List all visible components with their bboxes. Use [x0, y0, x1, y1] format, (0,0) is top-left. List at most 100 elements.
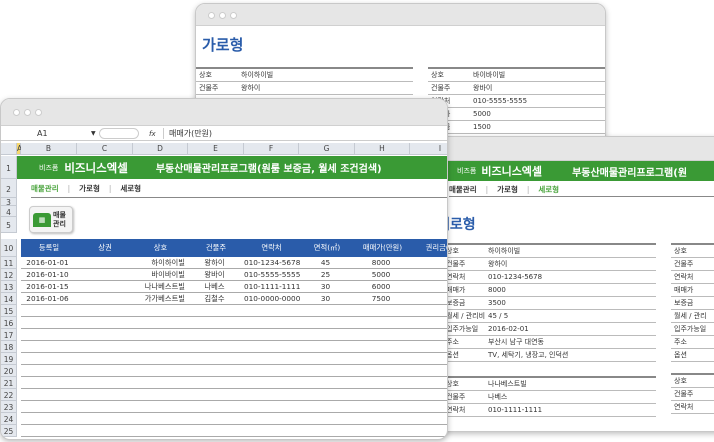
- function-box[interactable]: [99, 128, 139, 139]
- column-title[interactable]: 건물주: [188, 242, 244, 254]
- card-row: 건물주 왕바이: [428, 82, 605, 95]
- table-cell[interactable]: 30: [299, 293, 352, 305]
- table-cell[interactable]: 0: [410, 269, 447, 281]
- column-header-B[interactable]: B: [21, 143, 77, 155]
- row-header[interactable]: 4: [1, 206, 17, 217]
- table-cell[interactable]: 김철수: [188, 293, 241, 305]
- formula-input[interactable]: 매매가(만원): [163, 128, 447, 139]
- property-card: 상호 건물주 연락처 매매가 보증금 월세 / 관리 입주가능일 주소 옵션 상호 건물주 연락처: [671, 243, 714, 414]
- column-header-E[interactable]: E: [188, 143, 244, 155]
- column-title[interactable]: 상호: [133, 242, 188, 254]
- table-cell[interactable]: 가가베스트빌: [133, 293, 185, 305]
- column-header-D[interactable]: D: [133, 143, 188, 155]
- card-row: 입주가능일 2016-02-01: [443, 323, 656, 336]
- page-title: 가로형: [202, 36, 244, 54]
- manage-property-button[interactable]: ▦ 매물 관리: [29, 206, 73, 233]
- row-header[interactable]: 25: [1, 425, 17, 437]
- dropdown-icon[interactable]: ▼: [91, 130, 99, 137]
- table-row[interactable]: 2016-01-10 바이바이빌왕바이010-5555-55552550000: [1, 269, 447, 281]
- table-cell[interactable]: 왕바이: [188, 269, 241, 281]
- column-header-G[interactable]: G: [299, 143, 355, 155]
- nav-vertical[interactable]: 세로형: [538, 184, 559, 195]
- name-box[interactable]: A1: [1, 129, 91, 138]
- row-header[interactable]: 23: [1, 401, 17, 413]
- card-row: 입주가능일: [671, 323, 714, 336]
- table-cell[interactable]: 010-0000-0000: [244, 293, 300, 305]
- fx-icon[interactable]: fx: [149, 130, 163, 138]
- table-cell[interactable]: 2016-01-01: [21, 257, 74, 269]
- row-header[interactable]: 24: [1, 413, 17, 425]
- select-all-corner[interactable]: [1, 143, 17, 155]
- column-header-F[interactable]: F: [244, 143, 299, 155]
- column-title[interactable]: 면적(㎡): [299, 242, 355, 254]
- nav-horizontal[interactable]: 가로형: [497, 184, 518, 195]
- table-cell[interactable]: 010-5555-5555: [244, 269, 300, 281]
- table-cell[interactable]: [77, 269, 130, 281]
- row-header[interactable]: 1: [1, 156, 17, 179]
- table-cell[interactable]: 45: [299, 257, 352, 269]
- table-cell[interactable]: 2016-01-15: [21, 281, 74, 293]
- column-header-C[interactable]: C: [77, 143, 133, 155]
- column-header-H[interactable]: H: [355, 143, 410, 155]
- table-cell[interactable]: 5000: [355, 269, 407, 281]
- table-cell[interactable]: 8000: [355, 257, 407, 269]
- column-title[interactable]: 연락처: [244, 242, 299, 254]
- table-cell[interactable]: 7500: [355, 293, 407, 305]
- table-cell[interactable]: 500: [410, 293, 447, 305]
- row-header[interactable]: 16: [1, 317, 17, 329]
- nav-manage[interactable]: 매물관리: [31, 183, 59, 194]
- table-cell[interactable]: 2016-01-06: [21, 293, 74, 305]
- column-title[interactable]: 권리금(만: [410, 242, 447, 254]
- table-cell[interactable]: [77, 293, 130, 305]
- row-header[interactable]: 21: [1, 377, 17, 389]
- table-cell[interactable]: 25: [299, 269, 352, 281]
- table-cell[interactable]: 왕하이: [188, 257, 241, 269]
- table-cell[interactable]: 30: [299, 281, 352, 293]
- column-title[interactable]: 매매가(만원): [355, 242, 410, 254]
- table-cell[interactable]: [77, 281, 130, 293]
- column-title[interactable]: 상권: [77, 242, 133, 254]
- field-value: 3500: [488, 299, 506, 307]
- row-header[interactable]: 19: [1, 353, 17, 365]
- table-cell[interactable]: 2016-01-10: [21, 269, 74, 281]
- row-divider: [21, 376, 447, 377]
- field-label: 주소: [446, 338, 459, 346]
- row-header[interactable]: 22: [1, 389, 17, 401]
- nav-vertical[interactable]: 세로형: [120, 183, 141, 194]
- card-row: 상호 하이하이빌: [196, 69, 413, 82]
- row-header[interactable]: 5: [1, 217, 17, 233]
- row-header[interactable]: 3: [1, 198, 17, 207]
- row-header[interactable]: 15: [1, 305, 17, 317]
- row-header[interactable]: 20: [1, 365, 17, 377]
- table-row[interactable]: 2016-01-06 가가베스트빌김철수010-0000-000030750050…: [1, 293, 447, 305]
- table-cell[interactable]: 바이바이빌: [133, 269, 185, 281]
- row-header[interactable]: 2: [1, 179, 17, 198]
- card-row: 옵션: [671, 349, 714, 362]
- field-label: 연락처: [446, 273, 466, 281]
- row-header[interactable]: 17: [1, 329, 17, 341]
- field-label: 매매가: [446, 286, 466, 294]
- card-row: 월세 / 관리: [671, 310, 714, 323]
- table-cell[interactable]: [77, 257, 130, 269]
- column-header-I[interactable]: I: [410, 143, 447, 155]
- nav-horizontal[interactable]: 가로형: [79, 183, 100, 194]
- table-cell[interactable]: 010-1234-5678: [244, 257, 300, 269]
- card-row: 연락처 010-1234-5678: [443, 271, 656, 284]
- brand-small: 비즈폼: [457, 167, 477, 175]
- field-value: 010-5555-5555: [473, 97, 528, 105]
- table-cell[interactable]: 1000: [410, 257, 447, 269]
- table-cell[interactable]: 나베스: [188, 281, 241, 293]
- nav-manage[interactable]: 매물관리: [449, 184, 477, 195]
- field-label: 상호: [431, 71, 444, 79]
- table-cell[interactable]: 하이하이빌: [133, 257, 185, 269]
- row-header[interactable]: 18: [1, 341, 17, 353]
- table-row[interactable]: 2016-01-15 나나베스트빌나베스010-1111-11113060000: [1, 281, 447, 293]
- table-cell[interactable]: 6000: [355, 281, 407, 293]
- table-row[interactable]: 2016-01-01 하이하이빌왕하이010-1234-5678458000100…: [1, 257, 447, 269]
- card-row: 연락처: [671, 271, 714, 284]
- table-cell[interactable]: 0: [410, 281, 447, 293]
- table-cell[interactable]: 나나베스트빌: [133, 281, 185, 293]
- row-header[interactable]: 10: [1, 239, 17, 257]
- table-cell[interactable]: 010-1111-1111: [244, 281, 300, 293]
- column-title[interactable]: 등록일: [21, 242, 77, 254]
